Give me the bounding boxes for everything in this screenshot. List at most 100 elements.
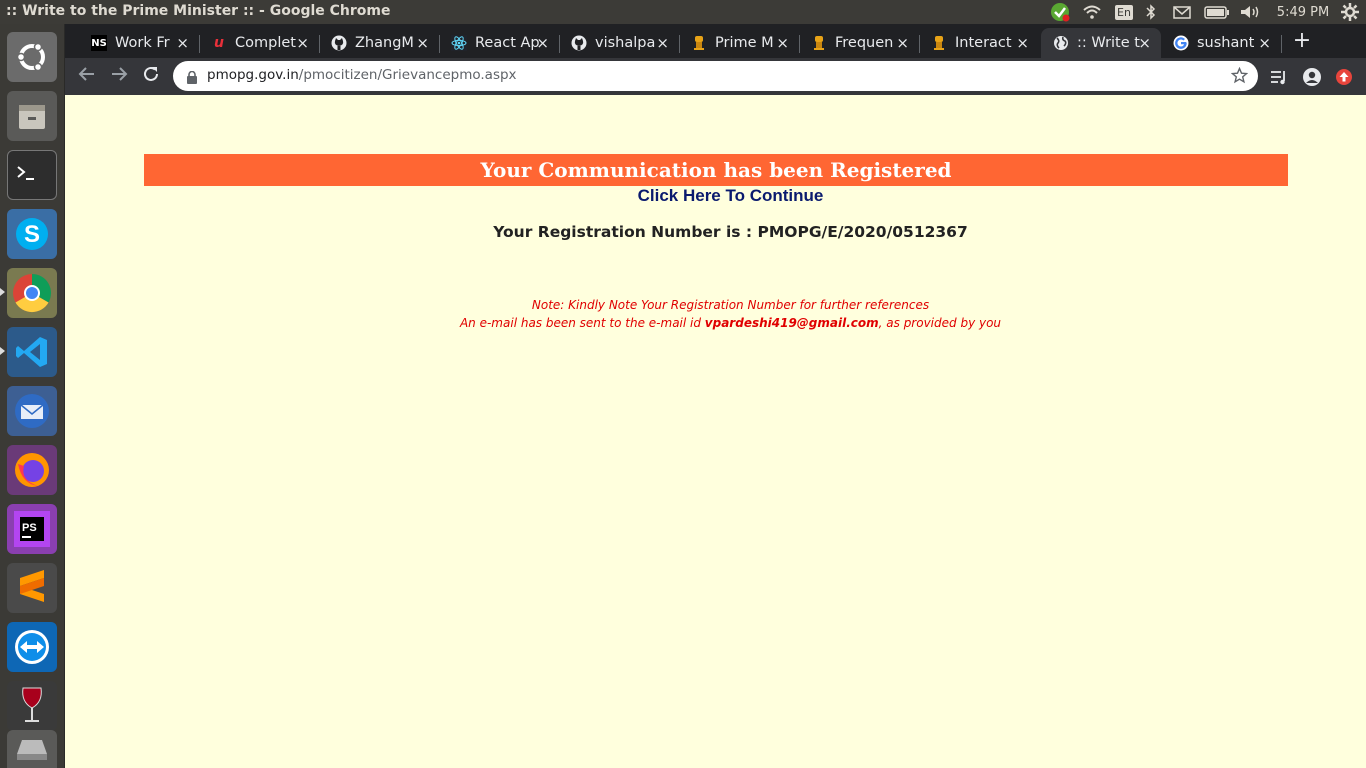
tab-title: :: Write t: [1077, 35, 1140, 51]
email-address: vpardeshi419@gmail.com: [704, 316, 879, 330]
mail-icon[interactable]: [1170, 0, 1194, 24]
tab-title: React Ap: [475, 35, 540, 51]
skype-icon[interactable]: S: [7, 209, 57, 259]
firefox-icon[interactable]: [7, 445, 57, 495]
email-notice: An e-mail has been sent to the e-mail id…: [65, 316, 1366, 330]
sublime-icon[interactable]: [7, 563, 57, 613]
forward-arrow-icon: [112, 67, 128, 81]
pmo-emblem-favicon-icon: [811, 35, 827, 51]
window-title: :: Write to the Prime Minister :: - Goog…: [6, 3, 391, 19]
clock: 5:49 PM: [1276, 4, 1330, 20]
tab-write-to-pm[interactable]: :: Write t ×: [1041, 28, 1161, 58]
profile-avatar-icon[interactable]: [1300, 65, 1324, 89]
tab-title: Complet: [235, 35, 296, 51]
svg-text:PS: PS: [22, 522, 37, 534]
web-page: Your Communication has been Registered C…: [65, 95, 1366, 768]
tab-title: ZhangM: [355, 35, 414, 51]
reload-icon: [144, 66, 158, 81]
volume-icon[interactable]: [1238, 0, 1262, 24]
globe-favicon-icon: [1053, 35, 1069, 51]
keyboard-layout-label: En: [1115, 4, 1133, 20]
back-button[interactable]: [75, 65, 99, 89]
tab-close-icon[interactable]: ×: [896, 34, 909, 52]
forward-button[interactable]: [107, 65, 131, 89]
tab-interact[interactable]: Interact ×: [919, 28, 1039, 58]
bluetooth-icon[interactable]: [1143, 0, 1159, 24]
terminal-icon[interactable]: [7, 150, 57, 200]
back-arrow-icon: [78, 67, 94, 81]
tab-close-icon[interactable]: ×: [1138, 34, 1151, 52]
google-favicon-icon: [1173, 35, 1189, 51]
update-indicator-icon[interactable]: [1048, 0, 1072, 24]
wifi-icon[interactable]: [1080, 0, 1104, 24]
ns-favicon-icon: NS: [91, 35, 107, 51]
email-suffix: , as provided by you: [878, 316, 1002, 330]
url-host: pmopg.gov.in: [207, 67, 299, 83]
tab-close-icon[interactable]: ×: [1258, 34, 1271, 52]
system-settings-icon[interactable]: [1338, 0, 1362, 24]
svg-text:S: S: [24, 221, 40, 248]
teamviewer-icon[interactable]: [7, 622, 57, 672]
url-text: pmopg.gov.in/pmocitizen/Grievancepmo.asp…: [207, 67, 517, 83]
tab-frequently[interactable]: Frequen ×: [799, 28, 919, 58]
vscode-icon[interactable]: [7, 327, 57, 377]
url-path: /pmocitizen/Grievancepmo.aspx: [298, 67, 517, 83]
keyboard-layout-indicator[interactable]: En: [1113, 0, 1135, 24]
phpstorm-icon[interactable]: PS: [7, 504, 57, 554]
pmo-emblem-favicon-icon: [931, 35, 947, 51]
tab-sushant[interactable]: sushant ×: [1161, 28, 1281, 58]
clock-indicator[interactable]: 5:49 PM: [1272, 0, 1334, 24]
github-favicon-icon: [331, 35, 347, 51]
tab-title: Interact: [955, 35, 1012, 51]
drive-icon[interactable]: [7, 730, 57, 768]
registration-number-line: Your Registration Number is : PMOPG/E/20…: [65, 223, 1366, 241]
tab-react-app[interactable]: React Ap ×: [439, 28, 559, 58]
tab-separator: [1281, 35, 1282, 53]
wine-icon[interactable]: [7, 681, 57, 731]
address-bar[interactable]: pmopg.gov.in/pmocitizen/Grievancepmo.asp…: [173, 61, 1258, 91]
tab-close-icon[interactable]: ×: [416, 34, 429, 52]
bookmark-star-icon[interactable]: [1230, 66, 1249, 88]
tab-close-icon[interactable]: ×: [776, 34, 789, 52]
tab-zhangm[interactable]: ZhangM ×: [319, 28, 439, 58]
registration-banner: Your Communication has been Registered: [144, 154, 1288, 186]
new-tab-button[interactable]: +: [1291, 30, 1313, 52]
pmo-emblem-favicon-icon: [691, 35, 707, 51]
tab-title: Work Fr: [115, 35, 170, 51]
files-icon[interactable]: [7, 91, 57, 141]
email-prefix: An e-mail has been sent to the e-mail id: [459, 316, 705, 330]
media-control-icon[interactable]: [1267, 65, 1291, 89]
note-text: Note: Kindly Note Your Registration Numb…: [531, 298, 930, 312]
launcher: S PS: [0, 24, 65, 768]
ubuntu-dash-icon[interactable]: [7, 32, 57, 82]
update-chrome-icon[interactable]: [1332, 65, 1356, 89]
tab-vishalpa[interactable]: vishalpa ×: [559, 28, 679, 58]
registration-label: Your Registration Number is :: [493, 223, 758, 241]
tab-prime-minister[interactable]: Prime M ×: [679, 28, 799, 58]
reload-button[interactable]: [139, 65, 163, 89]
tab-close-icon[interactable]: ×: [656, 34, 669, 52]
tab-close-icon[interactable]: ×: [296, 34, 309, 52]
tab-close-icon[interactable]: ×: [1016, 34, 1029, 52]
continue-link[interactable]: Click Here To Continue: [65, 186, 1366, 206]
tab-title: vishalpa: [595, 35, 656, 51]
tab-close-icon[interactable]: ×: [536, 34, 549, 52]
lock-icon[interactable]: [187, 69, 197, 88]
vscode-running-indicator: [0, 347, 5, 355]
top-panel: :: Write to the Prime Minister :: - Goog…: [0, 0, 1366, 24]
battery-icon[interactable]: [1203, 0, 1231, 24]
github-favicon-icon: [571, 35, 587, 51]
tab-title: Frequen: [835, 35, 894, 51]
tab-work-from-home[interactable]: NS Work Fr ×: [79, 28, 199, 58]
react-favicon-icon: [451, 35, 467, 51]
tab-complete[interactable]: u Complet ×: [199, 28, 319, 58]
browser-toolbar: pmopg.gov.in/pmocitizen/Grievancepmo.asp…: [65, 58, 1366, 95]
tab-strip: NS Work Fr × u Complet × ZhangM × React …: [65, 24, 1366, 58]
registration-number: PMOPG/E/2020/0512367: [757, 223, 968, 241]
tab-title: Prime M: [715, 35, 774, 51]
chrome-icon[interactable]: [7, 268, 57, 318]
thunderbird-icon[interactable]: [7, 386, 57, 436]
tab-close-icon[interactable]: ×: [176, 34, 189, 52]
chrome-running-indicator: [0, 288, 5, 296]
tab-title: sushant: [1197, 35, 1255, 51]
